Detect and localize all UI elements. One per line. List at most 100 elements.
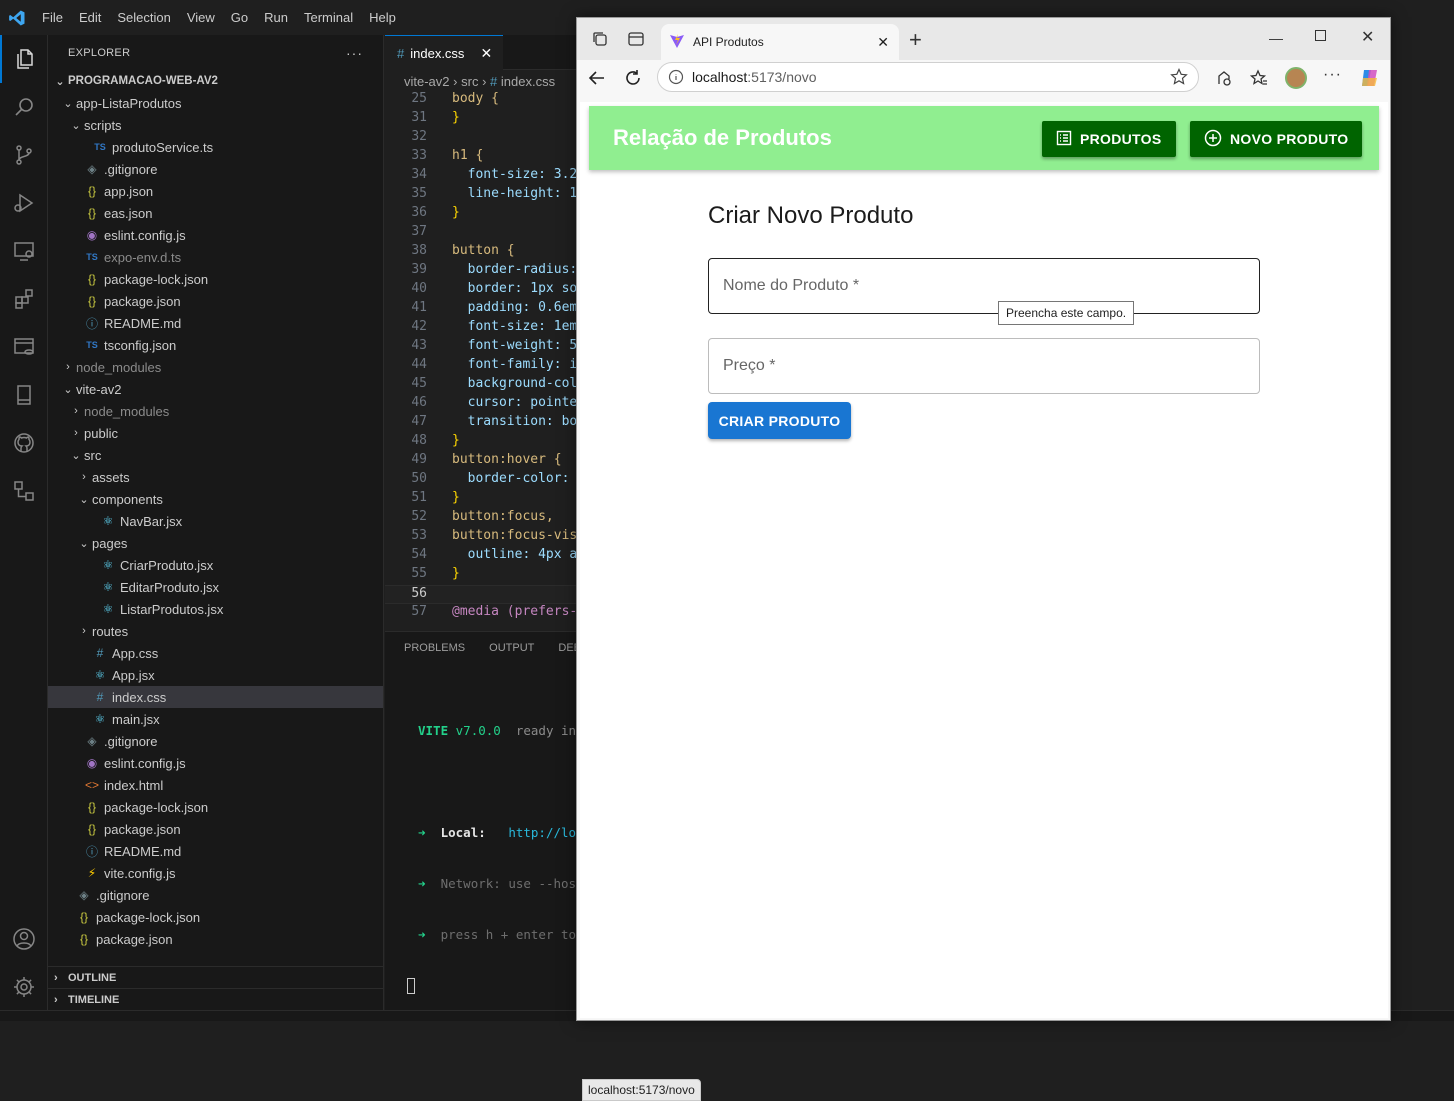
site-info-icon[interactable]	[668, 69, 684, 88]
tree-folder[interactable]: › node_modules	[48, 356, 383, 378]
tree-file[interactable]: ⚛ App.jsx	[48, 664, 383, 686]
tree-file[interactable]: # index.css	[48, 686, 383, 708]
tree-item-label: ListarProdutos.jsx	[120, 601, 224, 617]
account-icon[interactable]	[0, 915, 48, 963]
close-window-icon[interactable]: ✕	[1361, 27, 1374, 47]
profile-avatar[interactable]	[1285, 67, 1307, 89]
close-tab-icon[interactable]: ✕	[480, 45, 492, 62]
breadcrumb-item[interactable]: src	[461, 74, 478, 89]
device-icon[interactable]	[0, 371, 48, 419]
tree-folder[interactable]: ⌄ app-ListaProdutos	[48, 92, 383, 114]
browser-tab-api-produtos[interactable]: API Produtos ✕	[661, 24, 899, 60]
menu-item[interactable]: Go	[223, 0, 256, 35]
tree-file[interactable]: {} eas.json	[48, 202, 383, 224]
favorite-star-icon[interactable]	[1170, 68, 1188, 89]
tree-file[interactable]: {} package-lock.json	[48, 796, 383, 818]
tree-file[interactable]: {} package-lock.json	[48, 268, 383, 290]
explorer-icon[interactable]	[0, 35, 48, 83]
extensions-icon[interactable]	[0, 275, 48, 323]
tree-folder[interactable]: ⌄ pages	[48, 532, 383, 554]
tab-output[interactable]: OUTPUT	[489, 642, 534, 654]
tree-folder[interactable]: › assets	[48, 466, 383, 488]
settings-gear-icon[interactable]	[0, 963, 48, 1011]
source-control-icon[interactable]	[0, 131, 48, 179]
code-view[interactable]: 25 body {31} 32 33 h1 {34 font-size: 3.2 35 l…	[385, 91, 585, 623]
tree-file[interactable]: ⚛ CriarProduto.jsx	[48, 554, 383, 576]
maximize-icon[interactable]	[1315, 30, 1326, 41]
new-tab-plus-icon[interactable]: +	[909, 27, 922, 53]
tree-file[interactable]: ◈ .gitignore	[48, 730, 383, 752]
terminal[interactable]: VITE v7.0.0 ready in 2 ➜ Local: http://l…	[407, 688, 591, 1028]
menu-item[interactable]: Run	[256, 0, 296, 35]
tree-file[interactable]: {} package.json	[48, 928, 383, 950]
tree-file[interactable]: ◉ eslint.config.js	[48, 224, 383, 246]
close-tab-icon[interactable]: ✕	[877, 34, 889, 51]
tree-folder[interactable]: › node_modules	[48, 400, 383, 422]
product-name-field[interactable]: Nome do Produto *	[708, 258, 1260, 314]
tree-file[interactable]: {} package-lock.json	[48, 906, 383, 928]
tab-actions-icon[interactable]	[627, 30, 645, 53]
tree-file[interactable]: ◈ .gitignore	[48, 884, 383, 906]
search-icon[interactable]	[0, 83, 48, 131]
code-line: 45 background-col	[385, 376, 585, 395]
tree-file[interactable]: ⚛ EditarProduto.jsx	[48, 576, 383, 598]
create-product-button[interactable]: CRIAR PRODUTO	[708, 402, 851, 439]
outline-section[interactable]: › OUTLINE	[48, 966, 384, 988]
minimize-icon[interactable]: ―	[1269, 30, 1283, 46]
tab-problems[interactable]: PROBLEMS	[404, 642, 465, 654]
remote-explorer-icon[interactable]	[0, 227, 48, 275]
read-aloud-icon[interactable]	[1215, 69, 1233, 92]
breadcrumb-item[interactable]: vite-av2	[404, 74, 450, 89]
tree-file[interactable]: TS tsconfig.json	[48, 334, 383, 356]
database-icon[interactable]	[0, 323, 48, 371]
price-field[interactable]: Preço *	[708, 338, 1260, 394]
menu-item[interactable]: Help	[361, 0, 404, 35]
menu-item[interactable]: File	[34, 0, 71, 35]
tree-folder[interactable]: ⌄ components	[48, 488, 383, 510]
workspaces-icon[interactable]	[591, 30, 609, 53]
tree-folder[interactable]: › routes	[48, 620, 383, 642]
tree-file[interactable]: ⚡ vite.config.js	[48, 862, 383, 884]
menu-item[interactable]: View	[179, 0, 223, 35]
run-debug-icon[interactable]	[0, 179, 48, 227]
git-graph-icon[interactable]	[0, 467, 48, 515]
tree-file[interactable]: TS expo-env.d.ts	[48, 246, 383, 268]
explorer-more-actions-button[interactable]: ···	[346, 45, 363, 61]
new-product-nav-label: NOVO PRODUTO	[1230, 131, 1349, 147]
new-product-nav-button[interactable]: NOVO PRODUTO	[1190, 121, 1363, 157]
back-arrow-icon[interactable]	[587, 68, 607, 93]
menu-item[interactable]: Selection	[109, 0, 178, 35]
explorer-header: EXPLORER ···	[48, 35, 383, 70]
copilot-icon[interactable]	[1359, 67, 1381, 94]
products-nav-button[interactable]: PRODUTOS	[1042, 121, 1176, 157]
menu-item[interactable]: Edit	[71, 0, 109, 35]
refresh-icon[interactable]	[623, 68, 643, 93]
more-options-icon[interactable]: ···	[1323, 66, 1342, 84]
tree-file[interactable]: {} package.json	[48, 290, 383, 312]
timeline-section[interactable]: › TIMELINE	[48, 988, 384, 1010]
github-icon[interactable]	[0, 419, 48, 467]
tree-file[interactable]: # App.css	[48, 642, 383, 664]
tree-folder[interactable]: ⌄ vite-av2	[48, 378, 383, 400]
tree-folder[interactable]: ⌄ src	[48, 444, 383, 466]
favorites-icon[interactable]	[1249, 69, 1268, 92]
tree-file[interactable]: {} package.json	[48, 818, 383, 840]
tree-file[interactable]: TS produtoService.ts	[48, 136, 383, 158]
breadcrumb-item[interactable]: index.css	[501, 74, 555, 89]
tree-file[interactable]: ⓘ README.md	[48, 312, 383, 334]
tree-file[interactable]: ◈ .gitignore	[48, 158, 383, 180]
tree-file[interactable]: {} app.json	[48, 180, 383, 202]
menu-item[interactable]: Terminal	[296, 0, 361, 35]
workspace-root[interactable]: ⌄ PROGRAMACAO-WEB-AV2	[48, 70, 383, 92]
tree-file[interactable]: ⚛ ListarProdutos.jsx	[48, 598, 383, 620]
tree-file[interactable]: ⚛ NavBar.jsx	[48, 510, 383, 532]
css-file-icon: #	[397, 45, 405, 61]
tree-folder[interactable]: ⌄ scripts	[48, 114, 383, 136]
tree-file[interactable]: ⓘ README.md	[48, 840, 383, 862]
tree-file[interactable]: ⚛ main.jsx	[48, 708, 383, 730]
tab-index-css[interactable]: # index.css ✕	[385, 35, 503, 70]
tree-file[interactable]: <> index.html	[48, 774, 383, 796]
tree-file[interactable]: ◉ eslint.config.js	[48, 752, 383, 774]
url-field[interactable]: localhost:5173/novo	[657, 62, 1199, 92]
tree-folder[interactable]: › public	[48, 422, 383, 444]
